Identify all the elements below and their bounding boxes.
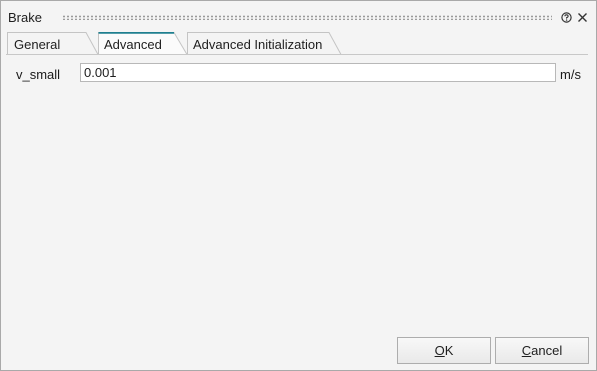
ok-button[interactable]: OK (397, 337, 491, 364)
tab-general-label: General (14, 37, 61, 52)
cancel-button-label-rest: ancel (531, 343, 563, 358)
v-small-input[interactable] (80, 63, 556, 82)
brake-dialog: Brake General Advanced Advanced Initiali… (0, 0, 597, 371)
tab-general[interactable]: General (7, 32, 99, 55)
title-bar[interactable]: Brake (1, 1, 596, 31)
tab-advanced[interactable]: Advanced (98, 32, 188, 55)
help-icon[interactable] (561, 12, 572, 23)
tab-divider (6, 54, 588, 55)
tab-advanced-initialization[interactable]: Advanced Initialization (187, 32, 342, 55)
close-icon[interactable] (577, 12, 588, 23)
tab-bar: General Advanced Advanced Initialization (1, 32, 596, 55)
v-small-label: v_small (16, 67, 61, 82)
tab-advanced-initialization-label: Advanced Initialization (193, 37, 323, 52)
v-small-unit: m/s (560, 67, 581, 82)
drag-grip[interactable] (62, 15, 552, 20)
ok-button-label-rest: K (444, 343, 454, 358)
cancel-button-mnemonic: C (521, 343, 532, 358)
cancel-button[interactable]: Cancel (495, 337, 589, 364)
tab-advanced-label: Advanced (104, 37, 162, 52)
dialog-title: Brake (8, 10, 42, 25)
ok-button-mnemonic: O (434, 343, 445, 358)
